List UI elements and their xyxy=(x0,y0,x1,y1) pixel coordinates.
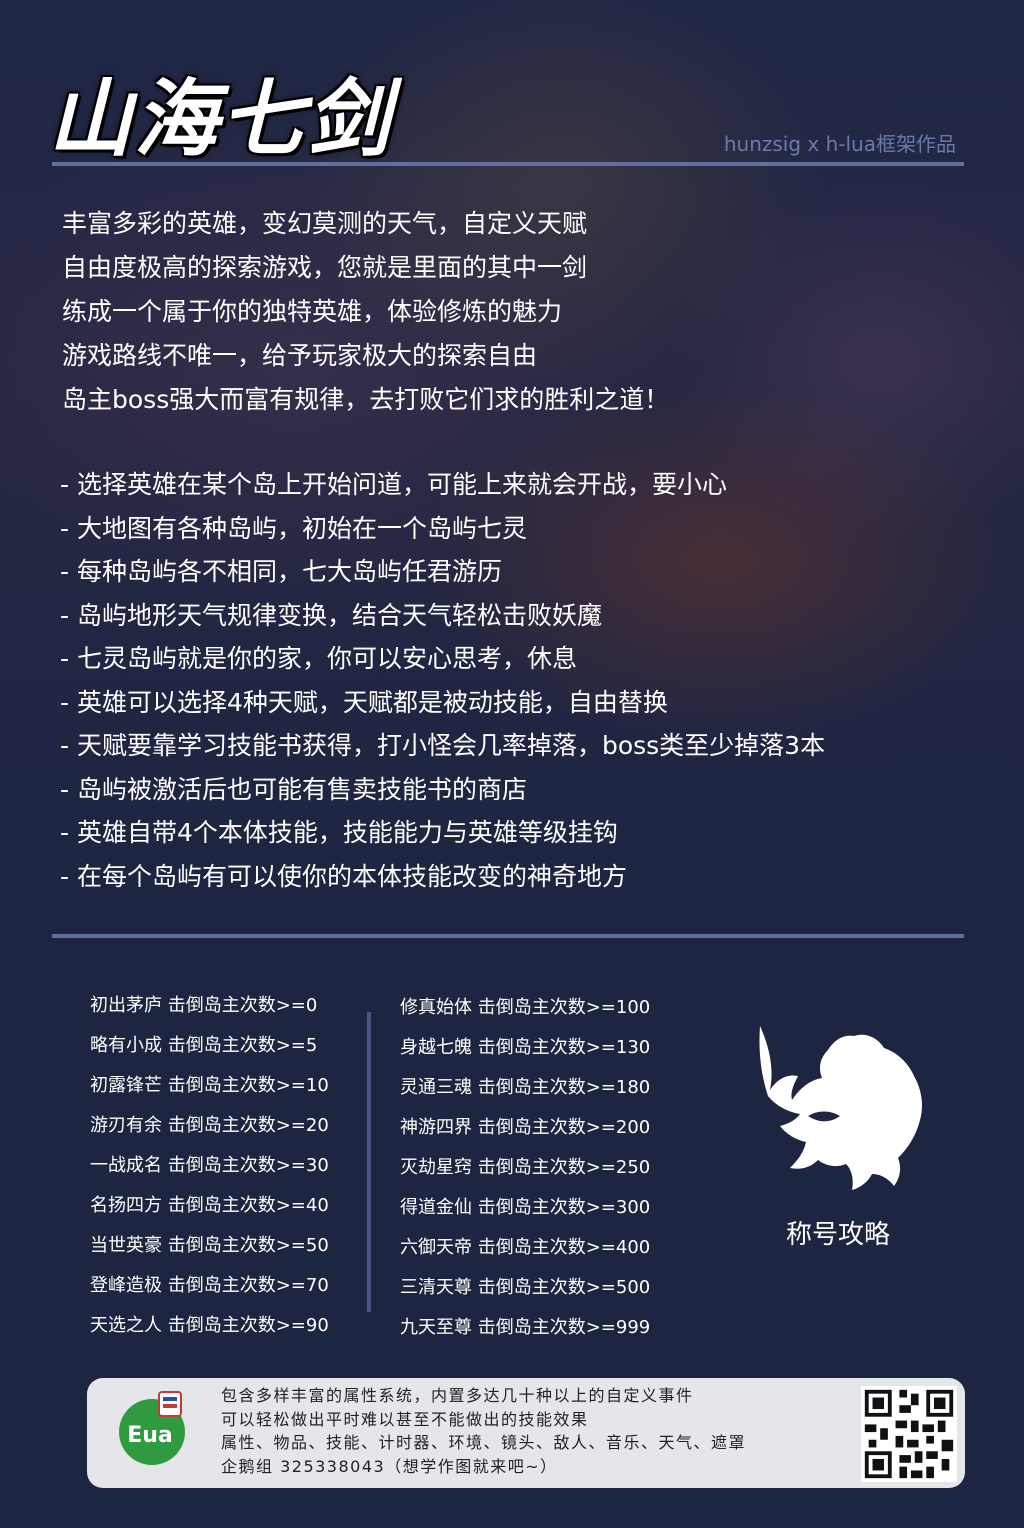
qr-code-icon[interactable] xyxy=(861,1386,957,1482)
feature-item: - 每种岛屿各不相同，七大岛屿任君游历 xyxy=(60,557,502,586)
title-rank-item: 修真始体 击倒岛主次数>=100 xyxy=(400,997,651,1018)
logo-text: Eua xyxy=(127,1423,173,1448)
title-rank-item: 灭劫星窍 击倒岛主次数>=250 xyxy=(400,1157,651,1178)
title-guide-label: 称号攻略 xyxy=(786,1220,891,1250)
title-rank-item: 得道金仙 击倒岛主次数>=300 xyxy=(400,1197,651,1218)
feature-item: - 英雄可以选择4种天赋，天赋都是被动技能，自由替换 xyxy=(60,687,668,717)
framework-info-banner: Eua 包含多样丰富的属性系统，内置多达几十种以上的自定义事件 可以轻松做出平时… xyxy=(87,1378,965,1488)
footer-line: 可以轻松做出平时难以甚至不能做出的技能效果 xyxy=(221,1409,589,1429)
title-rank-item: 九天至尊 击倒岛主次数>=999 xyxy=(400,1317,651,1338)
title-rank-item: 身越七魄 击倒岛主次数>=130 xyxy=(400,1037,651,1058)
top-divider xyxy=(52,162,964,166)
feature-item: - 大地图有各种岛屿，初始在一个岛屿七灵 xyxy=(60,513,527,543)
title-rank-list-left: 初出茅庐 击倒岛主次数>=0 略有小成 击倒岛主次数>=5 初露锋芒 击倒岛主次… xyxy=(90,986,329,1346)
title-rank-item: 初露锋芒 击倒岛主次数>=10 xyxy=(90,1075,329,1096)
feature-item: - 岛屿地形天气规律变换，结合天气轻松击败妖魔 xyxy=(60,600,602,630)
h-lua-logo-icon: Eua xyxy=(119,1391,185,1465)
intro-text: 丰富多彩的英雄，变幻莫测的天气，自定义天赋 自由度极高的探索游戏，您就是里面的其… xyxy=(62,202,962,422)
title-rank-item: 三清天尊 击倒岛主次数>=500 xyxy=(400,1277,651,1298)
intro-line: 练成一个属于你的独特英雄，体验修炼的魅力 xyxy=(62,297,563,326)
title-rank-item: 初出茅庐 击倒岛主次数>=0 xyxy=(90,995,318,1016)
intro-line: 游戏路线不唯一，给予玩家极大的探索自由 xyxy=(62,341,538,370)
footer-line: 包含多样丰富的属性系统，内置多达几十种以上的自定义事件 xyxy=(221,1386,694,1405)
title-rank-item: 一战成名 击倒岛主次数>=30 xyxy=(90,1155,329,1176)
game-title: 山海七剑 xyxy=(48,69,393,168)
title-rank-item: 登峰造极 击倒岛主次数>=70 xyxy=(90,1275,329,1296)
title-rank-item: 六御天帝 击倒岛主次数>=400 xyxy=(400,1237,651,1258)
title-rank-item: 游刃有余 击倒岛主次数>=20 xyxy=(90,1115,329,1136)
middle-divider xyxy=(52,934,964,938)
column-divider xyxy=(367,1012,371,1312)
title-rank-item: 天选之人 击倒岛主次数>=90 xyxy=(90,1315,329,1336)
credit-text: hunzsig x h-lua框架作品 xyxy=(723,132,956,156)
intro-line: 岛主boss强大而富有规律，去打败它们求的胜利之道！ xyxy=(62,385,670,414)
intro-line: 丰富多彩的英雄，变幻莫测的天气，自定义天赋 xyxy=(62,209,588,238)
title-rank-item: 名扬四方 击倒岛主次数>=40 xyxy=(90,1195,329,1216)
title-rank-item: 略有小成 击倒岛主次数>=5 xyxy=(90,1035,318,1056)
title-rank-list-right: 修真始体 击倒岛主次数>=100 身越七魄 击倒岛主次数>=130 灵通三魂 击… xyxy=(400,988,650,1348)
footer-line: 企鹅组 325338043（想学作图就来吧~） xyxy=(221,1456,558,1476)
title-rank-item: 神游四界 击倒岛主次数>=200 xyxy=(400,1117,651,1138)
framework-description: 包含多样丰富的属性系统，内置多达几十种以上的自定义事件 可以轻松做出平时难以甚至… xyxy=(221,1384,746,1478)
feature-item: - 英雄自带4个本体技能，技能能力与英雄等级挂钩 xyxy=(60,818,618,847)
feature-item: - 在每个岛屿有可以使你的本体技能改变的神奇地方 xyxy=(60,861,627,891)
feature-list: - 选择英雄在某个岛上开始问道，可能上来就会开战，要小心 - 大地图有各种岛屿，… xyxy=(60,463,960,898)
feature-item: - 天赋要靠学习技能书获得，打小怪会几率掉落，boss类至少掉落3本 xyxy=(60,731,826,760)
feature-item: - 七灵岛屿就是你的家，你可以安心思考，休息 xyxy=(60,644,577,673)
title-rank-item: 灵通三魂 击倒岛主次数>=180 xyxy=(400,1077,651,1098)
footer-line: 属性、物品、技能、计时器、环境、镜头、敌人、音乐、天气、遮罩 xyxy=(221,1433,747,1452)
feature-item: - 选择英雄在某个岛上开始问道，可能上来就会开战，要小心 xyxy=(60,470,727,499)
intro-line: 自由度极高的探索游戏，您就是里面的其中一剑 xyxy=(62,253,588,282)
feature-item: - 岛屿被激活后也可能有售卖技能书的商店 xyxy=(60,774,527,804)
warrior-silhouette-icon xyxy=(759,1026,922,1190)
title-rank-item: 当世英豪 击倒岛主次数>=50 xyxy=(90,1235,329,1256)
